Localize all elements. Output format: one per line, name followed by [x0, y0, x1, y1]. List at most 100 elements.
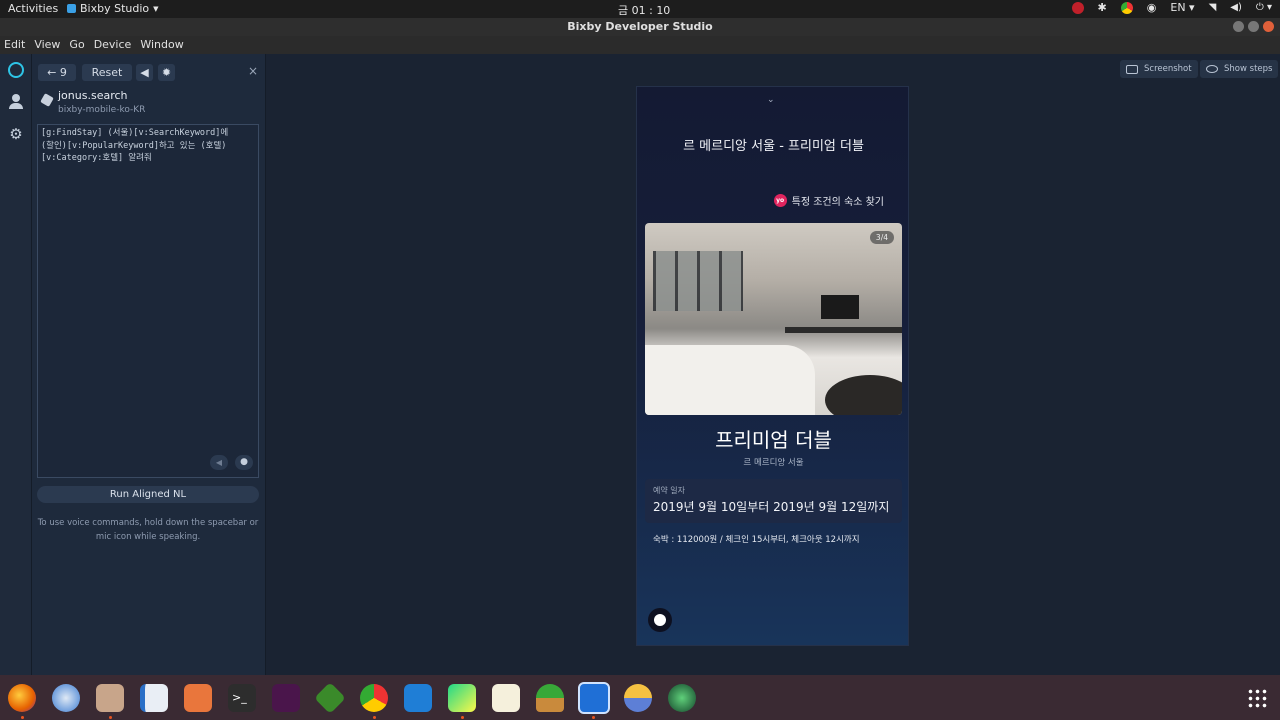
clock[interactable]: 금 01 : 10	[618, 2, 670, 18]
bug-button[interactable]: ✹	[158, 64, 175, 81]
volume-icon[interactable]: ◀)	[1230, 2, 1242, 13]
chrome-tray-icon[interactable]	[1120, 1, 1133, 14]
mic-button[interactable]: ●	[235, 455, 253, 470]
hint-label: 특정 조건의 숙소 찾기	[791, 197, 884, 208]
window-panes	[653, 251, 743, 311]
close-icon: ×	[248, 64, 259, 78]
menu-device[interactable]: Device	[94, 36, 132, 54]
step-count: 9	[59, 66, 67, 79]
dock: >_	[0, 675, 1280, 720]
vpn-icon[interactable]: ◉	[1147, 1, 1157, 14]
hint-chip[interactable]: yo 특정 조건의 숙소 찾기	[773, 193, 884, 208]
desk	[785, 327, 902, 333]
capsule-name: jonus.search	[58, 89, 128, 102]
globe-icon[interactable]	[668, 684, 696, 712]
close-panel-button[interactable]: ×	[248, 64, 258, 78]
menu-view[interactable]: View	[34, 36, 60, 54]
palm-icon[interactable]	[536, 684, 564, 712]
vim-icon[interactable]	[314, 682, 346, 714]
wifi-icon[interactable]: ◥	[1209, 2, 1217, 13]
back-steps-button[interactable]: ← 9	[38, 64, 76, 81]
record-icon[interactable]	[1071, 1, 1084, 14]
run-aligned-nl-button[interactable]: Run Aligned NL	[37, 486, 259, 503]
writer-icon[interactable]	[140, 684, 168, 712]
yanolja-logo-icon: yo	[773, 194, 787, 207]
booking-card: 예약 일자 2019년 9월 10일부터 2019년 9월 12일까지	[645, 479, 902, 523]
table	[825, 375, 902, 415]
language-label: EN	[1170, 1, 1186, 14]
firefox-icon[interactable]	[8, 684, 36, 712]
language-indicator[interactable]: EN ▾	[1170, 1, 1194, 14]
gear-icon[interactable]: ⚙	[8, 126, 24, 142]
menu-window[interactable]: Window	[140, 36, 183, 54]
back-arrow-icon: ←	[47, 66, 57, 79]
show-apps-icon[interactable]	[1247, 688, 1267, 708]
menu-go[interactable]: Go	[69, 36, 84, 54]
hotel-name: 르 메르디앙 서울	[743, 458, 804, 468]
bixby-voice-button[interactable]	[648, 608, 672, 632]
software-icon[interactable]	[184, 684, 212, 712]
stay-info: 숙박 : 112000원 / 체크인 15시부터, 체크아웃 12시까지	[653, 535, 860, 545]
reset-button[interactable]: Reset	[82, 64, 132, 81]
vscode-icon[interactable]	[404, 684, 432, 712]
system-tray: ✱ ◉ EN ▾ ◥ ◀) ⏻ ▾	[1071, 1, 1272, 14]
window-title: Bixby Developer Studio	[567, 20, 713, 33]
menu-edit[interactable]: Edit	[4, 36, 25, 54]
app-menu[interactable]: Bixby Studio ▼	[67, 2, 159, 15]
microphone-icon: ●	[240, 457, 248, 467]
aligned-nl-editor[interactable]: [g:FindStay] (서울)[v:SearchKeyword]에 (할인)…	[37, 124, 259, 478]
speaker-icon: ◀	[140, 66, 149, 79]
close-window-button[interactable]	[1263, 21, 1274, 32]
system-top-bar: Activities Bixby Studio ▼ 금 01 : 10 ✱ ◉ …	[0, 0, 1280, 18]
user-icon[interactable]	[8, 94, 24, 110]
window-controls	[1233, 21, 1274, 32]
files-icon[interactable]	[96, 684, 124, 712]
power-icon[interactable]: ⏻ ▾	[1256, 2, 1272, 13]
bixby-icon[interactable]	[8, 62, 24, 78]
show-steps-button[interactable]: Show steps	[1200, 60, 1279, 78]
voice-help-text: To use voice commands, hold down the spa…	[37, 518, 259, 542]
muted-speaker-icon: ◀	[215, 458, 223, 467]
speaker-button[interactable]: ◀	[136, 64, 153, 81]
slack-tray-icon[interactable]: ✱	[1098, 1, 1107, 14]
menu-bar: Edit View Go Device Window	[0, 36, 1280, 54]
booking-dates: 2019년 9월 10일부터 2019년 9월 12일까지	[653, 500, 890, 514]
pycharm-icon[interactable]	[448, 684, 476, 712]
capsule-target: bixby-mobile-ko-KR	[58, 105, 146, 115]
chrome-icon[interactable]	[360, 684, 388, 712]
terminal-icon[interactable]: >_	[228, 684, 256, 712]
screenshot-label: Screenshot	[1144, 64, 1192, 74]
device-screen: ⌄ 르 메르디앙 서울 - 프리미엄 더블 yo 특정 조건의 숙소 찾기 3/…	[636, 86, 909, 646]
text-editor-icon[interactable]	[492, 684, 520, 712]
maximize-button[interactable]	[1248, 21, 1259, 32]
bixby-studio-icon[interactable]	[578, 682, 610, 714]
bug-icon: ✹	[161, 66, 172, 79]
activities-button[interactable]: Activities	[8, 2, 58, 15]
tv	[821, 295, 859, 319]
bed	[645, 345, 815, 415]
bixby-b-icon	[654, 614, 666, 626]
eye-icon	[1206, 65, 1218, 73]
booking-label: 예약 일자	[653, 486, 685, 495]
minimize-button[interactable]	[1233, 21, 1244, 32]
weather-icon[interactable]	[624, 684, 652, 712]
running-indicator	[592, 716, 595, 719]
room-name: 프리미엄 더블	[715, 428, 832, 452]
running-indicator	[21, 716, 24, 719]
activity-rail: ⚙	[0, 54, 32, 675]
photo-counter: 3/4	[869, 231, 894, 244]
simulator-viewport: Screenshot Show steps ⌄ 르 메르디앙 서울 - 프리미엄…	[266, 54, 1280, 675]
mute-mic-button[interactable]: ◀	[210, 455, 228, 470]
collapse-chevron-icon[interactable]: ⌄	[767, 95, 775, 105]
result-title: 르 메르디앙 서울 - 프리미엄 더블	[683, 139, 864, 154]
thunderbird-icon[interactable]	[52, 684, 80, 712]
room-photo[interactable]: 3/4	[645, 223, 902, 415]
bixby-app-icon	[67, 4, 76, 13]
app-menu-label: Bixby Studio	[80, 2, 150, 15]
running-indicator	[461, 716, 464, 719]
slack-icon[interactable]	[272, 684, 300, 712]
chevron-down-icon: ▼	[153, 4, 159, 13]
show-steps-label: Show steps	[1224, 64, 1273, 74]
running-indicator	[373, 716, 376, 719]
screenshot-button[interactable]: Screenshot	[1120, 60, 1198, 78]
